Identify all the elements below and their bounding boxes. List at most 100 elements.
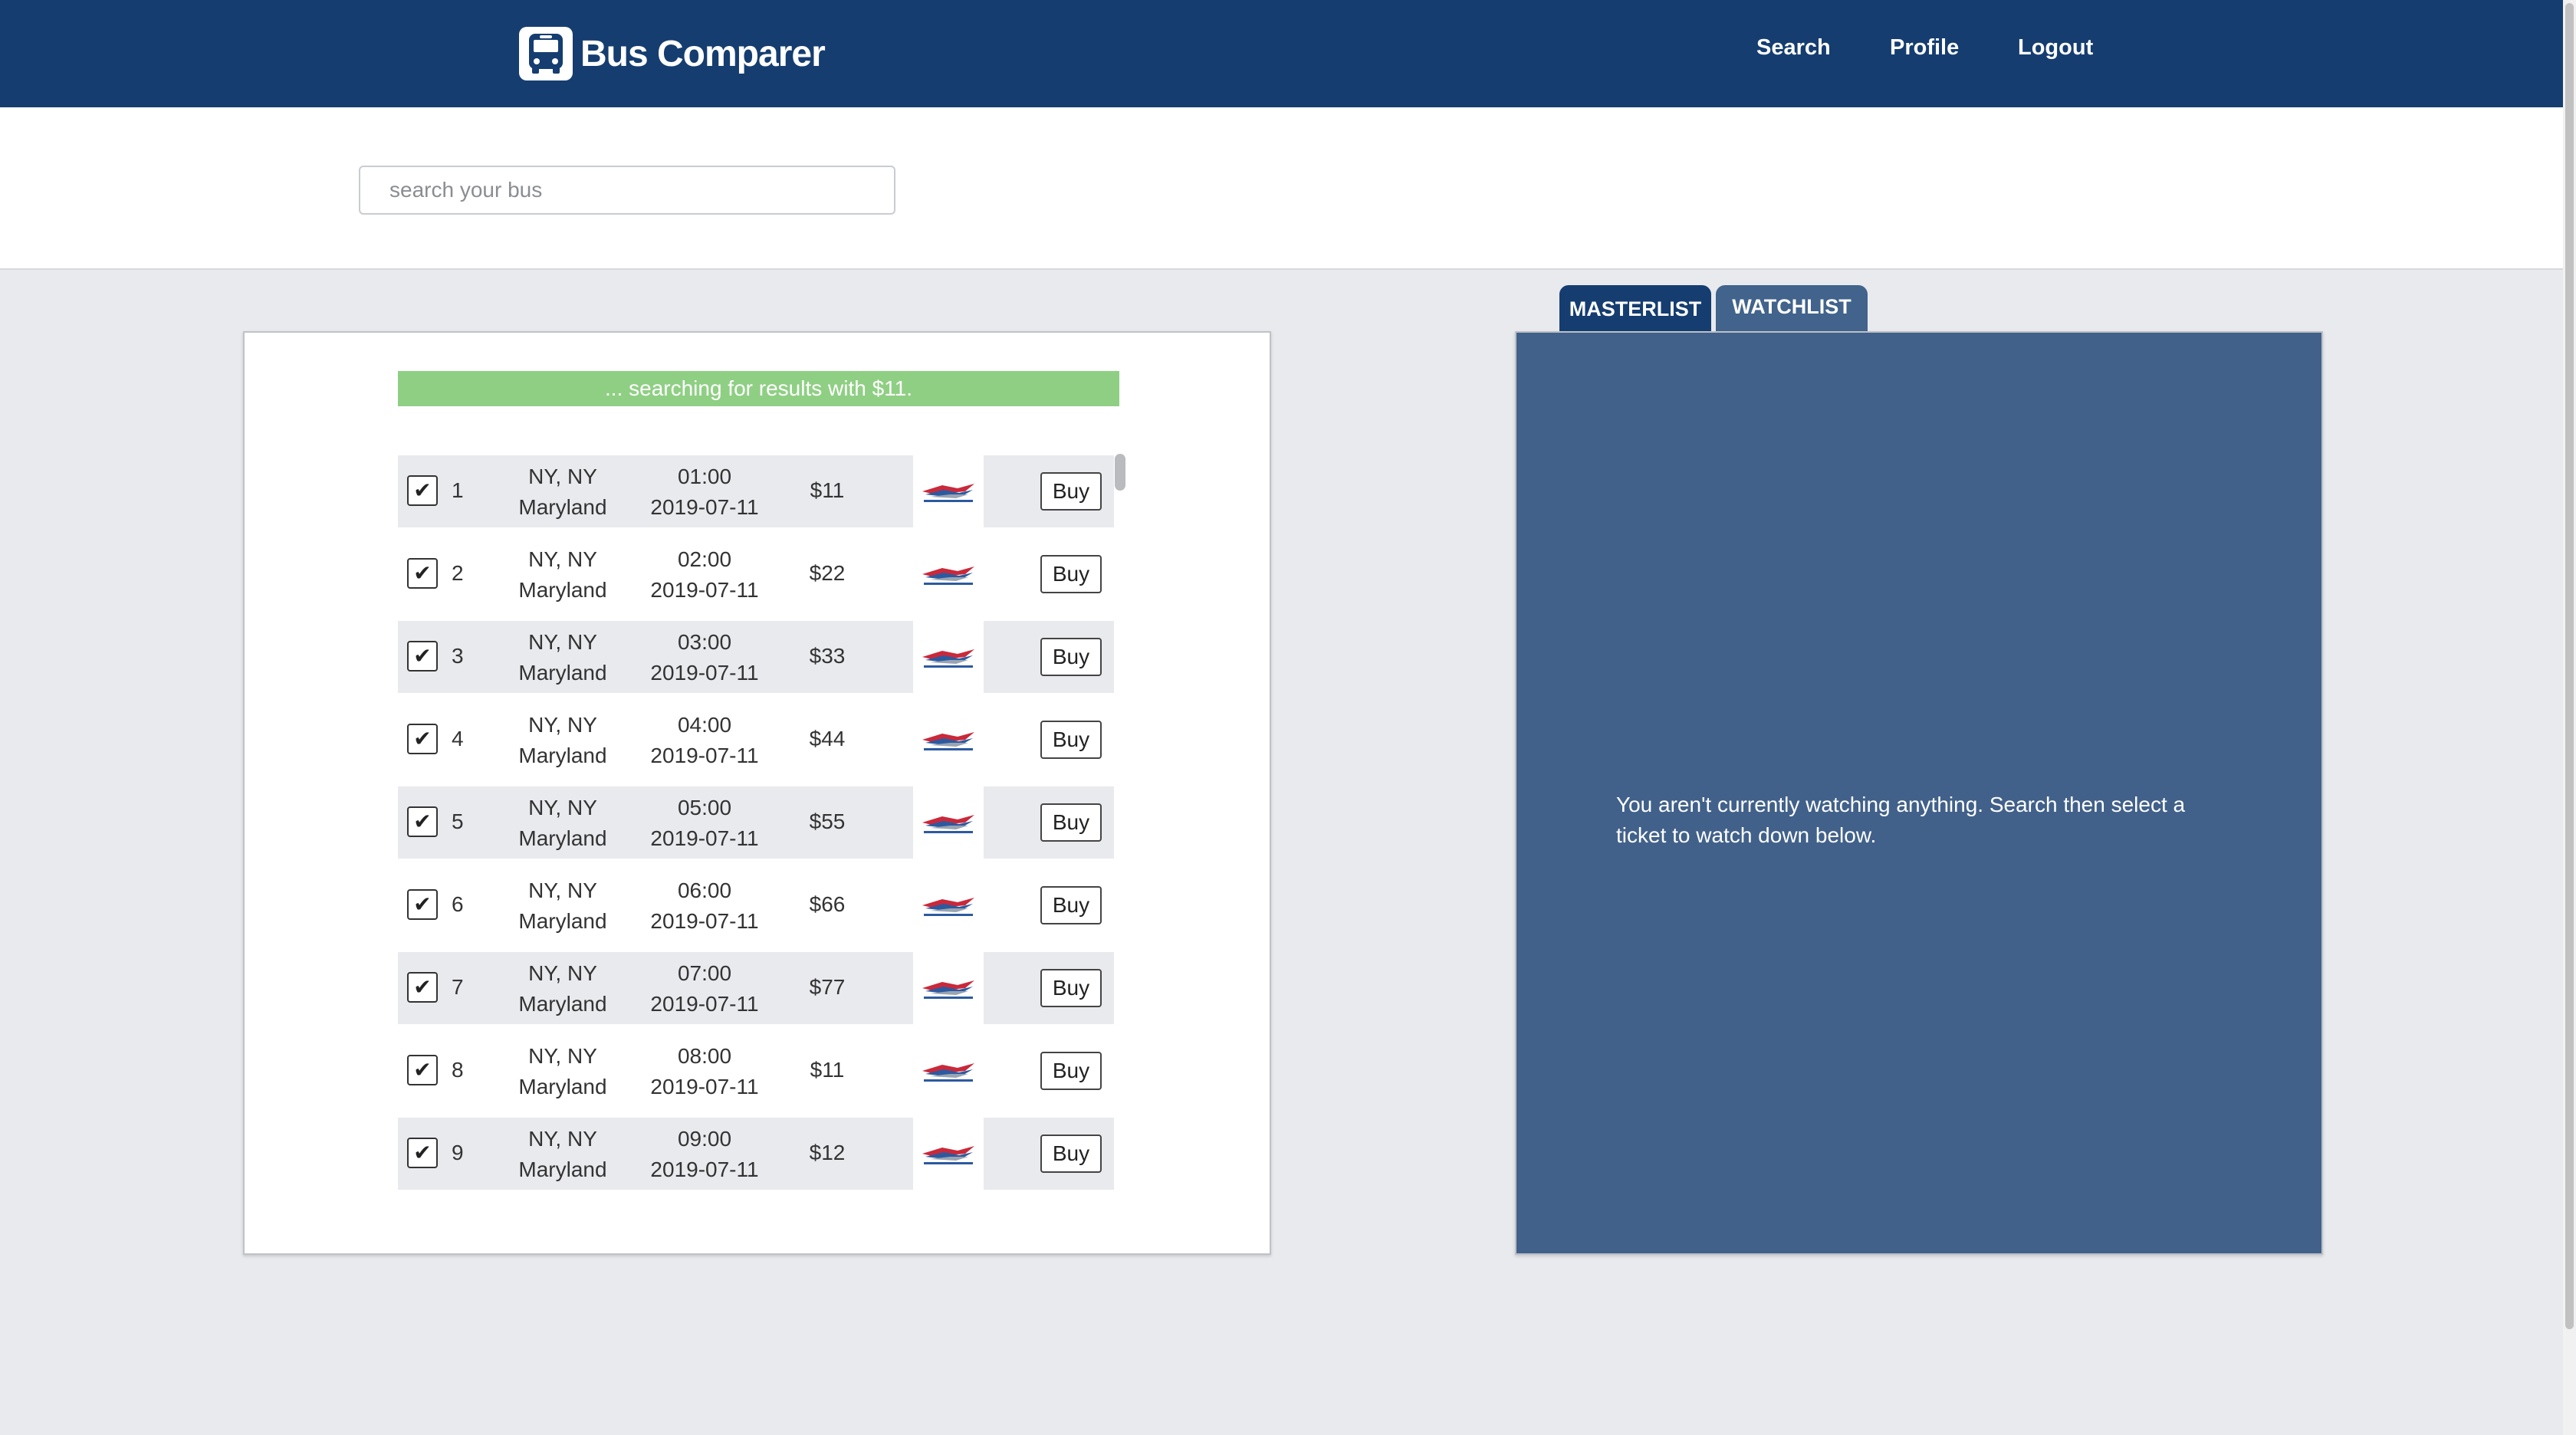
buy-button[interactable]: Buy	[1040, 1135, 1102, 1173]
route-origin: NY, NY	[528, 961, 597, 985]
result-row[interactable]: ✔ 7 NY, NY Maryland 07:00 2019-07-11 $77 Buy	[398, 952, 1114, 1024]
watch-checkbox[interactable]: ✔	[407, 641, 438, 672]
watch-checkbox[interactable]: ✔	[407, 806, 438, 837]
buy-button[interactable]: Buy	[1040, 555, 1102, 593]
departure-time: 03:00	[677, 630, 732, 654]
route-cell: NY, NY Maryland	[498, 544, 628, 606]
buy-button[interactable]: Buy	[1040, 1052, 1102, 1090]
tab-watchlist[interactable]: WATCHLIST	[1716, 285, 1868, 331]
route-origin: NY, NY	[528, 1044, 597, 1068]
buy-button[interactable]: Buy	[1040, 969, 1102, 1007]
greyhound-logo-icon	[913, 621, 984, 693]
departure-date: 2019-07-11	[650, 992, 759, 1016]
result-row[interactable]: ✔ 2 NY, NY Maryland 02:00 2019-07-11 $22 Buy	[398, 538, 1114, 610]
route-origin: NY, NY	[528, 1127, 597, 1151]
result-row[interactable]: ✔ 4 NY, NY Maryland 04:00 2019-07-11 $44 Buy	[398, 704, 1114, 776]
departure-time: 06:00	[677, 878, 732, 902]
departure-cell: 02:00 2019-07-11	[636, 544, 774, 606]
row-index: 1	[452, 478, 464, 502]
buy-button[interactable]: Buy	[1040, 638, 1102, 676]
watch-checkbox[interactable]: ✔	[407, 1138, 438, 1168]
nav-search[interactable]: Search	[1756, 35, 1831, 61]
route-origin: NY, NY	[528, 878, 597, 902]
departure-time: 01:00	[677, 465, 732, 488]
watch-checkbox[interactable]: ✔	[407, 889, 438, 920]
departure-time: 09:00	[677, 1127, 732, 1151]
watch-checkbox[interactable]: ✔	[407, 558, 438, 589]
departure-date: 2019-07-11	[650, 909, 759, 933]
route-destination: Maryland	[518, 578, 607, 602]
ticket-price: $11	[810, 478, 845, 502]
route-origin: NY, NY	[528, 713, 597, 737]
route-origin: NY, NY	[528, 465, 597, 488]
top-navbar: Bus Comparer Search Profile Logout	[0, 0, 2563, 107]
search-section	[0, 107, 2563, 270]
nav-logout[interactable]: Logout	[2018, 35, 2093, 61]
watch-checkbox[interactable]: ✔	[407, 724, 438, 754]
departure-time: 02:00	[677, 547, 732, 571]
row-index: 2	[452, 561, 464, 585]
search-input[interactable]	[359, 166, 895, 215]
route-cell: NY, NY Maryland	[498, 1041, 628, 1102]
departure-time: 05:00	[677, 796, 732, 819]
departure-date: 2019-07-11	[650, 495, 759, 519]
ticket-price: $66	[809, 892, 846, 916]
route-destination: Maryland	[518, 495, 607, 519]
page-scrollbar-thumb[interactable]	[2565, 3, 2574, 1329]
results-panel: ... searching for results with $11. ✔ 1 NY…	[243, 331, 1271, 1255]
buy-button[interactable]: Buy	[1040, 803, 1102, 842]
ticket-price: $12	[809, 1141, 846, 1164]
departure-cell: 04:00 2019-07-11	[636, 710, 774, 771]
watch-checkbox[interactable]: ✔	[407, 1055, 438, 1085]
route-cell: NY, NY Maryland	[498, 461, 628, 523]
result-row[interactable]: ✔ 3 NY, NY Maryland 03:00 2019-07-11 $33 Buy	[398, 621, 1114, 693]
result-row[interactable]: ✔ 6 NY, NY Maryland 06:00 2019-07-11 $66 Buy	[398, 869, 1114, 941]
route-origin: NY, NY	[528, 796, 597, 819]
result-row[interactable]: ✔ 9 NY, NY Maryland 09:00 2019-07-11 $12 Buy	[398, 1118, 1114, 1190]
route-cell: NY, NY Maryland	[498, 627, 628, 688]
ticket-price: $44	[809, 727, 846, 750]
route-destination: Maryland	[518, 826, 607, 850]
departure-cell: 09:00 2019-07-11	[636, 1124, 774, 1185]
route-destination: Maryland	[518, 1158, 607, 1181]
results-list[interactable]: ✔ 1 NY, NY Maryland 01:00 2019-07-11 $11 Buy ✔ 2 N…	[398, 455, 1114, 1200]
route-destination: Maryland	[518, 992, 607, 1016]
departure-cell: 05:00 2019-07-11	[636, 793, 774, 854]
route-cell: NY, NY Maryland	[498, 958, 628, 1020]
greyhound-logo-icon	[913, 952, 984, 1024]
results-scrollbar[interactable]	[1115, 454, 1125, 491]
result-row[interactable]: ✔ 5 NY, NY Maryland 05:00 2019-07-11 $55 Buy	[398, 786, 1114, 859]
departure-date: 2019-07-11	[650, 744, 759, 767]
row-index: 5	[452, 809, 464, 833]
greyhound-logo-icon	[913, 1118, 984, 1190]
greyhound-logo-icon	[913, 538, 984, 610]
row-index: 8	[452, 1058, 464, 1082]
app-logo[interactable]: Bus Comparer	[519, 26, 826, 81]
row-index: 3	[452, 644, 464, 668]
ticket-price: $33	[809, 644, 846, 668]
watch-checkbox[interactable]: ✔	[407, 475, 438, 506]
departure-date: 2019-07-11	[650, 661, 759, 685]
departure-cell: 06:00 2019-07-11	[636, 875, 774, 937]
buy-button[interactable]: Buy	[1040, 472, 1102, 511]
row-index: 6	[452, 892, 464, 916]
route-destination: Maryland	[518, 909, 607, 933]
buy-button[interactable]: Buy	[1040, 886, 1102, 924]
result-row[interactable]: ✔ 1 NY, NY Maryland 01:00 2019-07-11 $11 Buy	[398, 455, 1114, 527]
route-cell: NY, NY Maryland	[498, 1124, 628, 1185]
buy-button[interactable]: Buy	[1040, 721, 1102, 759]
route-origin: NY, NY	[528, 547, 597, 571]
ticket-price: $22	[809, 561, 846, 585]
nav-profile[interactable]: Profile	[1890, 35, 1959, 61]
route-origin: NY, NY	[528, 630, 597, 654]
departure-time: 07:00	[677, 961, 732, 985]
result-row[interactable]: ✔ 8 NY, NY Maryland 08:00 2019-07-11 $11 Buy	[398, 1035, 1114, 1107]
greyhound-logo-icon	[913, 786, 984, 859]
app-name: Bus Comparer	[580, 33, 826, 74]
departure-time: 04:00	[677, 713, 732, 737]
ticket-price: $77	[809, 975, 846, 999]
watch-checkbox[interactable]: ✔	[407, 972, 438, 1003]
tab-masterlist[interactable]: MASTERLIST	[1559, 285, 1711, 331]
route-destination: Maryland	[518, 661, 607, 685]
greyhound-logo-icon	[913, 704, 984, 776]
